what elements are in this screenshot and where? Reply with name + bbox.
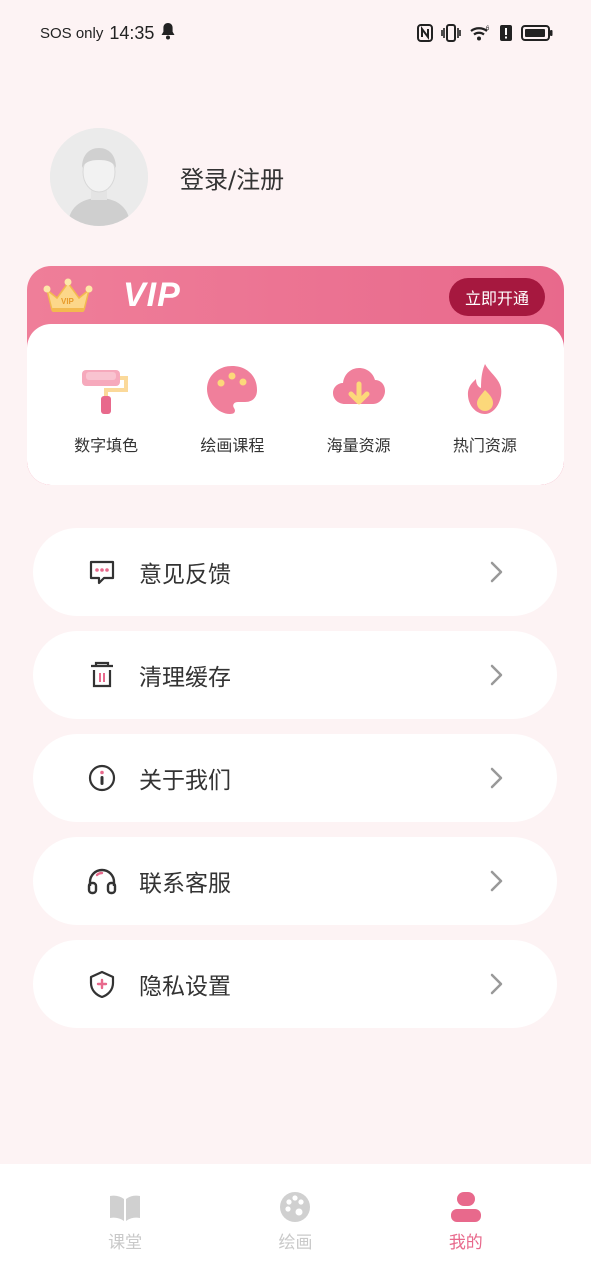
chevron-right-icon: [490, 767, 503, 789]
vip-item-label: 热门资源: [452, 436, 517, 455]
alert-icon: [499, 24, 513, 42]
tab-classroom[interactable]: 课堂: [65, 1164, 185, 1280]
clock: 14:35: [109, 22, 155, 43]
vip-header: VIP VIP 立即开通: [27, 266, 564, 326]
profile-header[interactable]: 登录/注册: [50, 128, 284, 226]
wifi-icon: 6: [469, 24, 491, 42]
vip-item-label: 海量资源: [326, 436, 391, 455]
login-register-link[interactable]: 登录/注册: [180, 160, 284, 195]
vip-item-number-fill[interactable]: 数字填色: [46, 324, 166, 485]
palette-icon: [207, 366, 258, 414]
palette-icon: [280, 1192, 311, 1222]
vip-card: VIP VIP 立即开通 数字填色 绘画课程 海量资源 热门资源: [27, 266, 564, 485]
feedback-icon: [87, 557, 117, 587]
chevron-right-icon: [490, 973, 503, 995]
bell-icon: [160, 22, 176, 44]
menu-item-contact-service[interactable]: 联系客服: [33, 837, 557, 925]
avatar[interactable]: [50, 128, 148, 226]
carrier-text: SOS only: [40, 24, 104, 42]
svg-text:VIP: VIP: [61, 297, 75, 306]
vip-open-button[interactable]: 立即开通: [448, 278, 545, 316]
tab-label: 绘画: [278, 1233, 313, 1253]
tab-drawing[interactable]: 绘画: [235, 1164, 355, 1280]
tab-mine[interactable]: 我的: [406, 1164, 526, 1280]
vip-item-label: 数字填色: [74, 436, 139, 455]
menu-item-clear-cache[interactable]: 清理缓存: [33, 631, 557, 719]
menu-item-feedback[interactable]: 意见反馈: [33, 528, 557, 616]
status-right: 6: [417, 24, 553, 42]
paint-roller-icon: [82, 370, 129, 414]
status-left: SOS only 14:35: [40, 22, 176, 44]
menu-item-label: 隐私设置: [139, 974, 231, 1000]
chevron-right-icon: [490, 870, 503, 892]
menu-item-label: 清理缓存: [139, 665, 231, 691]
battery-icon: [521, 24, 553, 42]
cloud-download-icon: [332, 368, 385, 405]
info-icon: [87, 763, 117, 793]
shield-icon: [87, 969, 117, 999]
menu-item-label: 关于我们: [139, 768, 231, 794]
menu-item-label: 联系客服: [139, 871, 231, 897]
book-icon: [110, 1195, 141, 1221]
vibrate-icon: [441, 24, 461, 42]
headset-icon: [87, 866, 117, 896]
settings-menu: 意见反馈 清理缓存 关于我们 联系客服 隐私设置: [33, 528, 557, 1043]
bottom-nav: 课堂 绘画 我的: [0, 1164, 591, 1280]
vip-features: 数字填色 绘画课程 海量资源 热门资源: [27, 324, 564, 485]
chevron-right-icon: [490, 561, 503, 583]
default-avatar-icon: [50, 128, 148, 226]
vip-item-label: 绘画课程: [200, 436, 265, 455]
menu-item-about-us[interactable]: 关于我们: [33, 734, 557, 822]
vip-title: VIP: [123, 276, 181, 314]
menu-item-label: 意见反馈: [139, 562, 231, 588]
trash-icon: [87, 660, 117, 690]
svg-text:6: 6: [486, 26, 490, 32]
status-bar: SOS only 14:35 6: [0, 0, 591, 66]
vip-item-hot-resources[interactable]: 热门资源: [425, 324, 545, 485]
tab-label: 我的: [448, 1233, 483, 1253]
crown-icon: VIP: [43, 278, 93, 318]
vip-item-mass-resources[interactable]: 海量资源: [299, 324, 419, 485]
flame-icon: [467, 364, 502, 414]
tab-label: 课堂: [108, 1233, 143, 1253]
chevron-right-icon: [490, 664, 503, 686]
user-icon: [450, 1192, 481, 1222]
nfc-icon: [417, 24, 433, 42]
menu-item-privacy-settings[interactable]: 隐私设置: [33, 940, 557, 1028]
vip-item-drawing-course[interactable]: 绘画课程: [172, 324, 292, 485]
